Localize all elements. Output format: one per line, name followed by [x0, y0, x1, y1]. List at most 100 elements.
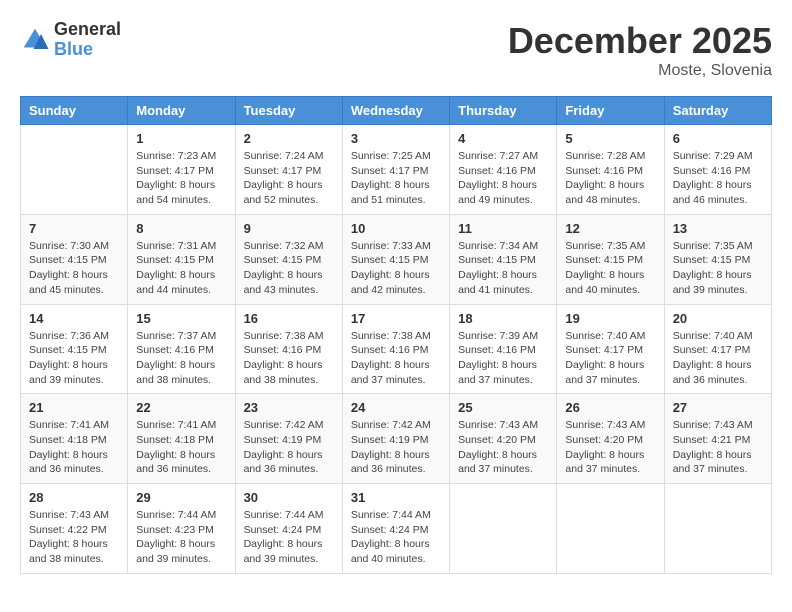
- day-info: Sunrise: 7:34 AM Sunset: 4:15 PM Dayligh…: [458, 239, 548, 298]
- calendar-cell: 18 Sunrise: 7:39 AM Sunset: 4:16 PM Dayli…: [450, 304, 557, 394]
- day-number: 21: [29, 400, 119, 415]
- day-number: 26: [565, 400, 655, 415]
- calendar-cell: 15Sunrise: 7:37 AM Sunset: 4:16 PM Dayli…: [128, 304, 235, 394]
- day-info: Sunrise: 7:23 AM Sunset: 4:17 PM Dayligh…: [136, 149, 226, 208]
- calendar-cell: 21Sunrise: 7:41 AM Sunset: 4:18 PM Dayli…: [21, 394, 128, 484]
- day-info: Sunrise: 7:31 AM Sunset: 4:15 PM Dayligh…: [136, 239, 226, 298]
- day-number: 27: [673, 400, 763, 415]
- day-number: 5: [565, 131, 655, 146]
- calendar-cell: 24 Sunrise: 7:42 AM Sunset: 4:19 PM Dayli…: [342, 394, 449, 484]
- calendar-cell: 10 Sunrise: 7:33 AM Sunset: 4:15 PM Dayli…: [342, 214, 449, 304]
- day-info: Sunrise: 7:43 AM Sunset: 4:21 PM Dayligh…: [673, 418, 763, 477]
- day-info: Sunrise: 7:25 AM Sunset: 4:17 PM Dayligh…: [351, 149, 441, 208]
- day-number: 2: [244, 131, 334, 146]
- calendar-cell: 7 Sunrise: 7:30 AM Sunset: 4:15 PM Daylig…: [21, 214, 128, 304]
- day-info: Sunrise: 7:38 AM Sunset: 4:16 PM Dayligh…: [244, 329, 334, 388]
- day-info: Sunrise: 7:32 AM Sunset: 4:15 PM Dayligh…: [244, 239, 334, 298]
- calendar-day-header: Monday: [128, 97, 235, 125]
- day-number: 7: [29, 221, 119, 236]
- logo-blue: Blue: [54, 40, 121, 60]
- day-number: 4: [458, 131, 548, 146]
- day-info: Sunrise: 7:38 AM Sunset: 4:16 PM Dayligh…: [351, 329, 441, 388]
- day-number: 23: [244, 400, 334, 415]
- calendar-cell: 8 Sunrise: 7:31 AM Sunset: 4:15 PM Daylig…: [128, 214, 235, 304]
- day-number: 17: [351, 311, 441, 326]
- day-number: 9: [244, 221, 334, 236]
- day-number: 29: [136, 490, 226, 505]
- day-info: Sunrise: 7:40 AM Sunset: 4:17 PM Dayligh…: [565, 329, 655, 388]
- day-info: Sunrise: 7:39 AM Sunset: 4:16 PM Dayligh…: [458, 329, 548, 388]
- day-number: 28: [29, 490, 119, 505]
- day-info: Sunrise: 7:42 AM Sunset: 4:19 PM Dayligh…: [351, 418, 441, 477]
- calendar-cell: 4 Sunrise: 7:27 AM Sunset: 4:16 PM Daylig…: [450, 125, 557, 215]
- day-info: Sunrise: 7:35 AM Sunset: 4:15 PM Dayligh…: [565, 239, 655, 298]
- calendar-cell: 1Sunrise: 7:23 AM Sunset: 4:17 PM Daylig…: [128, 125, 235, 215]
- logo-text: General Blue: [54, 20, 121, 60]
- calendar-cell: 27 Sunrise: 7:43 AM Sunset: 4:21 PM Dayli…: [664, 394, 771, 484]
- calendar-cell: 28Sunrise: 7:43 AM Sunset: 4:22 PM Dayli…: [21, 484, 128, 574]
- calendar-cell: 30 Sunrise: 7:44 AM Sunset: 4:24 PM Dayli…: [235, 484, 342, 574]
- day-info: Sunrise: 7:33 AM Sunset: 4:15 PM Dayligh…: [351, 239, 441, 298]
- day-number: 18: [458, 311, 548, 326]
- day-number: 12: [565, 221, 655, 236]
- day-info: Sunrise: 7:28 AM Sunset: 4:16 PM Dayligh…: [565, 149, 655, 208]
- logo-icon: [20, 25, 50, 55]
- day-number: 16: [244, 311, 334, 326]
- day-info: Sunrise: 7:37 AM Sunset: 4:16 PM Dayligh…: [136, 329, 226, 388]
- day-info: Sunrise: 7:36 AM Sunset: 4:15 PM Dayligh…: [29, 329, 119, 388]
- calendar-cell: 16 Sunrise: 7:38 AM Sunset: 4:16 PM Dayli…: [235, 304, 342, 394]
- day-info: Sunrise: 7:44 AM Sunset: 4:23 PM Dayligh…: [136, 508, 226, 567]
- day-number: 14: [29, 311, 119, 326]
- day-info: Sunrise: 7:41 AM Sunset: 4:18 PM Dayligh…: [136, 418, 226, 477]
- location: Moste, Slovenia: [508, 62, 772, 80]
- calendar-header: SundayMondayTuesdayWednesdayThursdayFrid…: [21, 97, 772, 125]
- logo-general: General: [54, 20, 121, 40]
- day-info: Sunrise: 7:30 AM Sunset: 4:15 PM Dayligh…: [29, 239, 119, 298]
- calendar-cell: 3 Sunrise: 7:25 AM Sunset: 4:17 PM Daylig…: [342, 125, 449, 215]
- calendar-day-header: Wednesday: [342, 97, 449, 125]
- calendar-cell: 31 Sunrise: 7:44 AM Sunset: 4:24 PM Dayli…: [342, 484, 449, 574]
- calendar-cell: 17 Sunrise: 7:38 AM Sunset: 4:16 PM Dayli…: [342, 304, 449, 394]
- calendar-table: SundayMondayTuesdayWednesdayThursdayFrid…: [20, 96, 772, 574]
- calendar-cell: 25 Sunrise: 7:43 AM Sunset: 4:20 PM Dayli…: [450, 394, 557, 484]
- calendar-day-header: Friday: [557, 97, 664, 125]
- day-number: 24: [351, 400, 441, 415]
- day-info: Sunrise: 7:42 AM Sunset: 4:19 PM Dayligh…: [244, 418, 334, 477]
- logo: General Blue: [20, 20, 121, 60]
- day-number: 31: [351, 490, 441, 505]
- day-number: 20: [673, 311, 763, 326]
- calendar-day-header: Sunday: [21, 97, 128, 125]
- day-number: 8: [136, 221, 226, 236]
- day-info: Sunrise: 7:35 AM Sunset: 4:15 PM Dayligh…: [673, 239, 763, 298]
- day-number: 6: [673, 131, 763, 146]
- day-info: Sunrise: 7:44 AM Sunset: 4:24 PM Dayligh…: [244, 508, 334, 567]
- calendar-cell: 29 Sunrise: 7:44 AM Sunset: 4:23 PM Dayli…: [128, 484, 235, 574]
- calendar-day-header: Saturday: [664, 97, 771, 125]
- day-info: Sunrise: 7:27 AM Sunset: 4:16 PM Dayligh…: [458, 149, 548, 208]
- day-info: Sunrise: 7:44 AM Sunset: 4:24 PM Dayligh…: [351, 508, 441, 567]
- calendar-cell: [21, 125, 128, 215]
- day-info: Sunrise: 7:24 AM Sunset: 4:17 PM Dayligh…: [244, 149, 334, 208]
- calendar-week-row: 21 Sunrise: 7:41 AM Sunset: 4:18 PM Dayli…: [21, 394, 772, 484]
- calendar-cell: 11Sunrise: 7:34 AM Sunset: 4:15 PM Dayli…: [450, 214, 557, 304]
- month-title: December 2025: [508, 20, 772, 62]
- day-info: Sunrise: 7:29 AM Sunset: 4:16 PM Dayligh…: [673, 149, 763, 208]
- calendar-week-row: 28Sunrise: 7:43 AM Sunset: 4:22 PM Dayli…: [21, 484, 772, 574]
- day-number: 25: [458, 400, 548, 415]
- calendar-cell: [557, 484, 664, 574]
- calendar-cell: 5 Sunrise: 7:28 AM Sunset: 4:16 PM Daylig…: [557, 125, 664, 215]
- calendar-cell: 23 Sunrise: 7:42 AM Sunset: 4:19 PM Dayli…: [235, 394, 342, 484]
- day-info: Sunrise: 7:43 AM Sunset: 4:20 PM Dayligh…: [458, 418, 548, 477]
- calendar-cell: 9 Sunrise: 7:32 AM Sunset: 4:15 PM Daylig…: [235, 214, 342, 304]
- day-number: 10: [351, 221, 441, 236]
- calendar-cell: 13Sunrise: 7:35 AM Sunset: 4:15 PM Dayli…: [664, 214, 771, 304]
- calendar-cell: 2 Sunrise: 7:24 AM Sunset: 4:17 PM Daylig…: [235, 125, 342, 215]
- calendar-cell: 22Sunrise: 7:41 AM Sunset: 4:18 PM Dayli…: [128, 394, 235, 484]
- day-number: 3: [351, 131, 441, 146]
- day-number: 30: [244, 490, 334, 505]
- calendar-week-row: 1Sunrise: 7:23 AM Sunset: 4:17 PM Daylig…: [21, 125, 772, 215]
- calendar-day-header: Thursday: [450, 97, 557, 125]
- calendar-cell: 12 Sunrise: 7:35 AM Sunset: 4:15 PM Dayli…: [557, 214, 664, 304]
- day-info: Sunrise: 7:40 AM Sunset: 4:17 PM Dayligh…: [673, 329, 763, 388]
- day-number: 19: [565, 311, 655, 326]
